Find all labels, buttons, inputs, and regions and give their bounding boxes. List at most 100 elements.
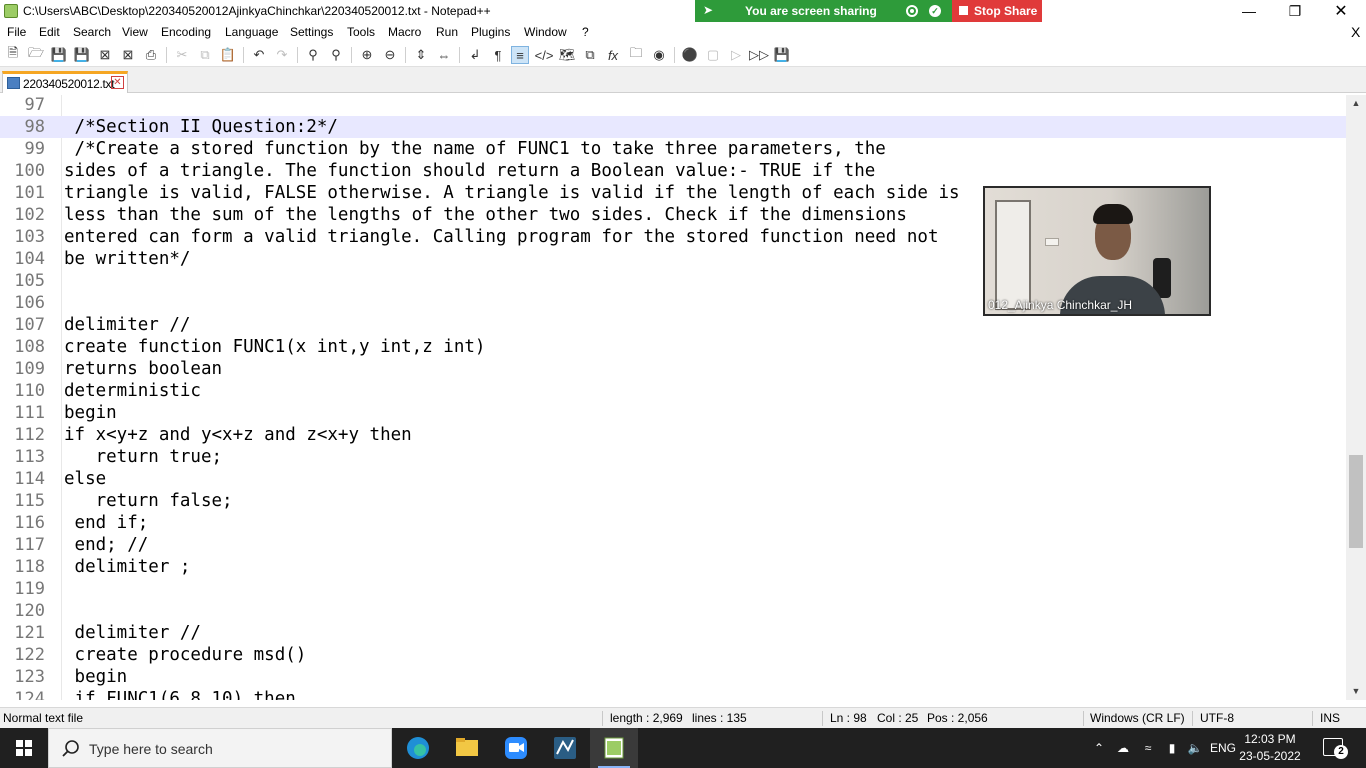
language-indicator[interactable]: ENG bbox=[1208, 728, 1238, 768]
save-icon[interactable]: 💾 bbox=[50, 46, 68, 64]
close-icon[interactable]: ⊠ bbox=[96, 46, 114, 64]
show-hidden-icons-icon[interactable]: ⌃ bbox=[1089, 728, 1109, 768]
close-window-button[interactable]: ✕ bbox=[1318, 0, 1364, 22]
status-encoding[interactable]: UTF-8 bbox=[1200, 711, 1234, 725]
line-text[interactable]: triangle is valid, FALSE otherwise. A tr… bbox=[64, 182, 960, 204]
zoom-in-icon[interactable]: ⊕ bbox=[358, 46, 376, 64]
undo-icon[interactable]: ↶ bbox=[250, 46, 268, 64]
editor-line[interactable]: 118 delimiter ; bbox=[0, 556, 1346, 578]
stop-macro-icon[interactable]: ▢ bbox=[704, 46, 722, 64]
editor-line[interactable]: 99 /*Create a stored function by the nam… bbox=[0, 138, 1346, 160]
close-document-button[interactable]: X bbox=[1351, 24, 1360, 40]
status-ln[interactable]: Ln : 98 bbox=[830, 711, 867, 725]
webcam-video-tile[interactable]: 012_Ajinkya Chinchkar_JH bbox=[983, 186, 1211, 316]
line-text[interactable]: create procedure msd() bbox=[64, 644, 307, 666]
volume-icon[interactable]: 🔈 bbox=[1184, 728, 1206, 768]
save-macro-icon[interactable]: 💾 bbox=[773, 46, 791, 64]
run-macro-multiple-icon[interactable]: ▷▷ bbox=[749, 46, 769, 64]
security-shield-icon[interactable]: ✓ bbox=[929, 5, 941, 17]
print-icon[interactable]: ⎙ bbox=[142, 46, 160, 64]
redo-icon[interactable]: ↷ bbox=[273, 46, 291, 64]
maximize-button[interactable]: ❐ bbox=[1272, 0, 1318, 22]
menu-language[interactable]: Language bbox=[225, 25, 278, 39]
editor-line[interactable]: 120 bbox=[0, 600, 1346, 622]
notification-center-icon[interactable]: 2 bbox=[1323, 738, 1348, 759]
editor-line[interactable]: 114 else bbox=[0, 468, 1346, 490]
sync-vertical-icon[interactable]: ⇕ bbox=[412, 46, 430, 64]
copy-icon[interactable]: ⧉ bbox=[196, 46, 214, 64]
line-text[interactable]: returns boolean bbox=[64, 358, 222, 380]
folder-workspace-icon[interactable]: 🗀 bbox=[627, 45, 645, 64]
line-text[interactable]: sides of a triangle. The function should… bbox=[64, 160, 875, 182]
close-all-icon[interactable]: ⊠ bbox=[119, 46, 137, 64]
minimize-button[interactable]: — bbox=[1226, 0, 1272, 22]
menu-search[interactable]: Search bbox=[73, 25, 111, 39]
zoom-out-icon[interactable]: ⊖ bbox=[381, 46, 399, 64]
editor-line[interactable]: 117 end; // bbox=[0, 534, 1346, 556]
file-explorer-icon[interactable] bbox=[443, 728, 491, 768]
line-text[interactable]: begin bbox=[64, 402, 117, 424]
line-text[interactable]: create function FUNC1(x int,y int,z int) bbox=[64, 336, 485, 358]
line-text[interactable]: else bbox=[64, 468, 106, 490]
mysql-workbench-icon[interactable] bbox=[541, 728, 589, 768]
editor-line[interactable]: 98 /*Section II Question:2*/ bbox=[0, 116, 1346, 138]
menu-edit[interactable]: Edit bbox=[39, 25, 60, 39]
line-text[interactable]: less than the sum of the lengths of the … bbox=[64, 204, 907, 226]
editor-line[interactable]: 121 delimiter // bbox=[0, 622, 1346, 644]
status-eol[interactable]: Windows (CR LF) bbox=[1090, 711, 1185, 725]
scroll-up-arrow-icon[interactable]: ▲ bbox=[1346, 95, 1366, 112]
function-list-icon[interactable]: fx bbox=[604, 46, 622, 64]
vertical-scrollbar[interactable]: ▲ ▼ bbox=[1346, 95, 1366, 700]
taskbar-clock[interactable]: 12:03 PM 23-05-2022 bbox=[1238, 731, 1302, 765]
tab-document[interactable]: 220340520012.txt ✕ bbox=[2, 71, 128, 93]
cut-icon[interactable]: ✂ bbox=[173, 46, 191, 64]
editor-line[interactable]: 115 return false; bbox=[0, 490, 1346, 512]
wifi-icon[interactable]: ≈ bbox=[1137, 728, 1159, 768]
start-button[interactable] bbox=[0, 728, 48, 768]
record-indicator-icon[interactable] bbox=[906, 5, 918, 17]
editor-line[interactable]: 123 begin bbox=[0, 666, 1346, 688]
scroll-down-arrow-icon[interactable]: ▼ bbox=[1346, 683, 1366, 700]
find-icon[interactable]: ⚲ bbox=[304, 46, 322, 64]
monitoring-icon[interactable]: ◉ bbox=[650, 46, 668, 64]
line-text[interactable]: delimiter // bbox=[64, 622, 201, 644]
doc-list-icon[interactable]: ⧉ bbox=[581, 46, 599, 64]
line-text[interactable]: end; // bbox=[64, 534, 149, 556]
onedrive-cloud-icon[interactable]: ☁ bbox=[1112, 728, 1134, 768]
menu-tools[interactable]: Tools bbox=[347, 25, 375, 39]
paste-icon[interactable]: 📋 bbox=[219, 46, 237, 64]
line-text[interactable]: entered can form a valid triangle. Calli… bbox=[64, 226, 938, 248]
editor-line[interactable]: 97 bbox=[0, 95, 1346, 116]
line-text[interactable]: end if; bbox=[64, 512, 149, 534]
editor-line[interactable]: 100 sides of a triangle. The function sho… bbox=[0, 160, 1346, 182]
battery-icon[interactable]: ▮ bbox=[1161, 728, 1183, 768]
editor-line[interactable]: 111 begin bbox=[0, 402, 1346, 424]
status-col[interactable]: Col : 25 bbox=[877, 711, 918, 725]
doc-map-icon[interactable]: 🗺 bbox=[558, 46, 576, 64]
menu-help[interactable]: ? bbox=[582, 25, 589, 39]
play-macro-icon[interactable]: ▷ bbox=[727, 46, 745, 64]
menu-plugins[interactable]: Plugins bbox=[471, 25, 510, 39]
pin-icon[interactable]: ➤ bbox=[703, 3, 713, 17]
editor-line[interactable]: 110 deterministic bbox=[0, 380, 1346, 402]
menu-run[interactable]: Run bbox=[436, 25, 458, 39]
menu-encoding[interactable]: Encoding bbox=[161, 25, 211, 39]
status-pos[interactable]: Pos : 2,056 bbox=[927, 711, 988, 725]
line-text[interactable]: if FUNC1(6,8,10) then bbox=[64, 688, 296, 700]
menu-settings[interactable]: Settings bbox=[290, 25, 333, 39]
line-text[interactable]: deterministic bbox=[64, 380, 201, 402]
editor-line[interactable]: 112 if x<y+z and y<x+z and z<x+y then bbox=[0, 424, 1346, 446]
editor-line[interactable]: 113 return true; bbox=[0, 446, 1346, 468]
word-wrap-icon[interactable]: ↲ bbox=[466, 46, 484, 64]
record-macro-icon[interactable]: ⚫ bbox=[681, 46, 699, 64]
edge-icon[interactable] bbox=[394, 728, 442, 768]
taskbar-search-box[interactable]: Type here to search bbox=[48, 728, 392, 768]
editor-line[interactable]: 107 delimiter // bbox=[0, 314, 1346, 336]
line-text[interactable]: if x<y+z and y<x+z and z<x+y then bbox=[64, 424, 412, 446]
open-file-icon[interactable]: 🗁 bbox=[27, 45, 45, 64]
sync-horizontal-icon[interactable]: ⇔ bbox=[435, 46, 453, 64]
line-text[interactable]: /*Create a stored function by the name o… bbox=[64, 138, 886, 160]
line-text[interactable]: be written*/ bbox=[64, 248, 190, 270]
editor-line[interactable]: 119 bbox=[0, 578, 1346, 600]
save-all-icon[interactable]: 💾 bbox=[73, 46, 91, 64]
